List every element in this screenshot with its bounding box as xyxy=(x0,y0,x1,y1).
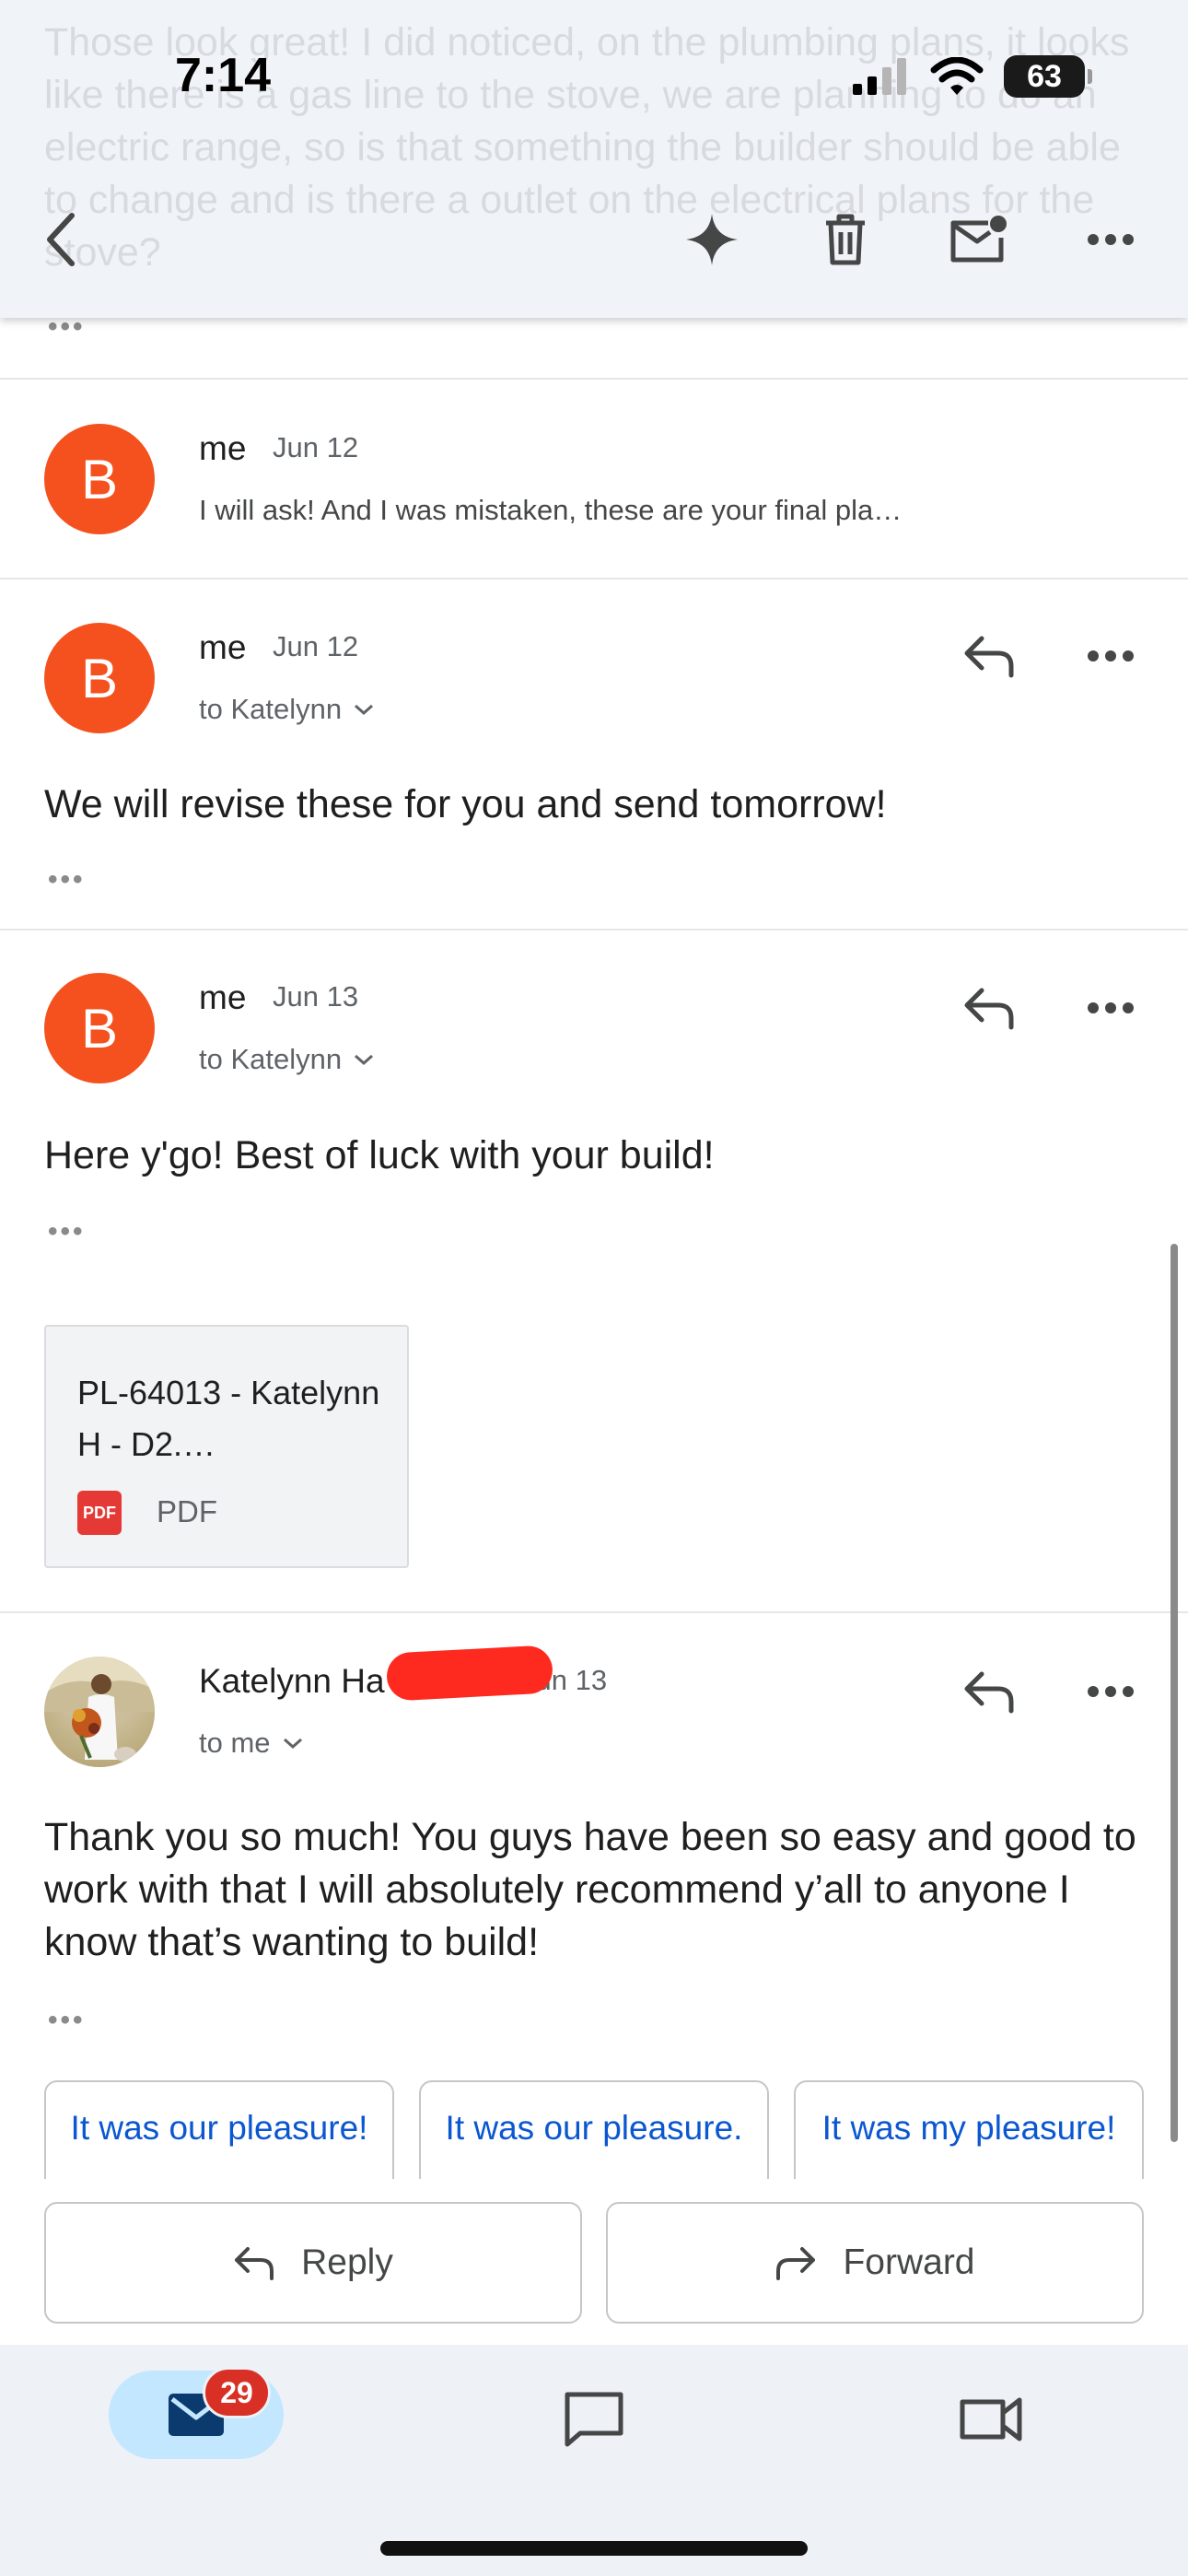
forward-label: Forward xyxy=(843,2242,975,2282)
mark-unread-icon xyxy=(950,216,1007,263)
avatar[interactable]: B xyxy=(44,623,155,733)
smart-reply-chip[interactable]: It was our pleasure! xyxy=(44,2080,394,2179)
sender-name: Katelynn Ha xyxy=(199,1662,385,1700)
recipients-toggle[interactable]: to Katelynn xyxy=(199,1043,375,1076)
mark-unread-button[interactable] xyxy=(941,203,1015,276)
more-icon xyxy=(1088,650,1134,662)
redaction-mark xyxy=(479,1669,543,1693)
message-date: Jun 13 xyxy=(273,980,359,1013)
sparkle-icon xyxy=(686,214,738,265)
reply-button[interactable] xyxy=(952,971,1026,1045)
home-indicator[interactable] xyxy=(380,2541,808,2556)
reply-button[interactable]: Reply xyxy=(44,2202,582,2324)
more-icon xyxy=(1088,1686,1134,1697)
delete-button[interactable] xyxy=(809,203,882,276)
gemini-summarize-button[interactable] xyxy=(675,203,749,276)
expand-quoted-dots[interactable]: ••• xyxy=(48,864,86,896)
divider xyxy=(0,378,1188,380)
message-body: Thank you so much! You guys have been so… xyxy=(44,1815,1136,1964)
nav-meet-tab[interactable] xyxy=(945,2378,1037,2461)
forward-icon xyxy=(776,2247,816,2280)
divider xyxy=(0,578,1188,580)
profile-photo-avatar[interactable] xyxy=(44,1657,155,1767)
sender-name: me xyxy=(199,429,247,467)
attachment-card[interactable]: PL-64013 - Katelynn H - D2.… PDF PDF xyxy=(44,1325,409,1568)
reply-icon xyxy=(964,988,1014,1030)
recipients-label: to Katelynn xyxy=(199,693,343,725)
recipients-label: to me xyxy=(199,1727,271,1759)
more-options-button[interactable] xyxy=(1074,203,1147,276)
message-body: Here y'go! Best of luck with your build! xyxy=(44,1133,715,1177)
unread-count-badge: 29 xyxy=(203,2367,271,2418)
avatar[interactable]: B xyxy=(44,424,155,534)
trash-icon xyxy=(826,214,865,265)
reply-icon xyxy=(964,1671,1014,1714)
message-date: Jun 12 xyxy=(273,630,359,662)
nav-chat-tab[interactable] xyxy=(553,2378,635,2461)
sender-name: me xyxy=(199,978,247,1016)
reply-label: Reply xyxy=(301,2242,393,2282)
battery-icon: 63 xyxy=(1004,55,1092,98)
status-icons: 63 xyxy=(853,55,1092,98)
expand-quoted-dots[interactable]: ••• xyxy=(48,1216,86,1247)
more-options-button[interactable] xyxy=(1074,1655,1147,1728)
recipients-label: to Katelynn xyxy=(199,1043,343,1075)
bottom-navigation: 29 xyxy=(0,2345,1188,2576)
chevron-down-icon xyxy=(283,1738,302,1750)
top-app-bar: Those look great! I did noticed, on the … xyxy=(0,0,1188,318)
more-icon xyxy=(1088,234,1134,245)
recipients-toggle[interactable]: to Katelynn xyxy=(199,693,375,726)
reply-button[interactable] xyxy=(952,619,1026,693)
reply-icon xyxy=(235,2247,274,2280)
more-icon xyxy=(1088,1002,1134,1013)
status-time: 7:14 xyxy=(175,49,272,102)
reply-button[interactable] xyxy=(952,1655,1026,1728)
sender-name: me xyxy=(199,628,247,666)
back-arrow-icon xyxy=(47,213,75,266)
message-date: Jun 12 xyxy=(273,431,359,463)
video-camera-icon xyxy=(960,2397,1022,2441)
expand-quoted-dots[interactable]: ••• xyxy=(48,2005,86,2036)
pdf-icon: PDF xyxy=(77,1491,122,1535)
reply-action-bar: Reply Forward xyxy=(0,2179,1188,2345)
recipients-toggle[interactable]: to me xyxy=(199,1727,304,1760)
chevron-down-icon xyxy=(355,1054,374,1066)
smart-reply-chip[interactable]: It was my pleasure! xyxy=(794,2080,1144,2179)
message-snippet: I will ask! And I was mistaken, these ar… xyxy=(199,494,903,526)
person-photo-icon xyxy=(44,1657,155,1767)
scrollbar[interactable] xyxy=(1171,1244,1178,2142)
avatar[interactable]: B xyxy=(44,973,155,1083)
smart-reply-chip[interactable]: It was our pleasure. xyxy=(419,2080,769,2179)
chat-icon xyxy=(565,2392,623,2447)
message-body: We will revise these for you and send to… xyxy=(44,782,887,826)
message-thread: ••• B me Jun 12 I will ask! And I was mi… xyxy=(0,0,1188,2179)
wifi-icon xyxy=(930,57,984,95)
reply-icon xyxy=(964,636,1014,678)
back-button[interactable] xyxy=(24,203,98,276)
attachment-name: PL-64013 - Katelynn H - D2.… xyxy=(77,1374,380,1463)
divider xyxy=(0,929,1188,931)
cellular-signal-icon xyxy=(853,58,906,95)
divider xyxy=(0,1611,1188,1613)
forward-button[interactable]: Forward xyxy=(606,2202,1144,2324)
more-options-button[interactable] xyxy=(1074,971,1147,1045)
more-options-button[interactable] xyxy=(1074,619,1147,693)
attachment-type: PDF xyxy=(157,1494,217,1528)
chevron-down-icon xyxy=(355,704,374,716)
